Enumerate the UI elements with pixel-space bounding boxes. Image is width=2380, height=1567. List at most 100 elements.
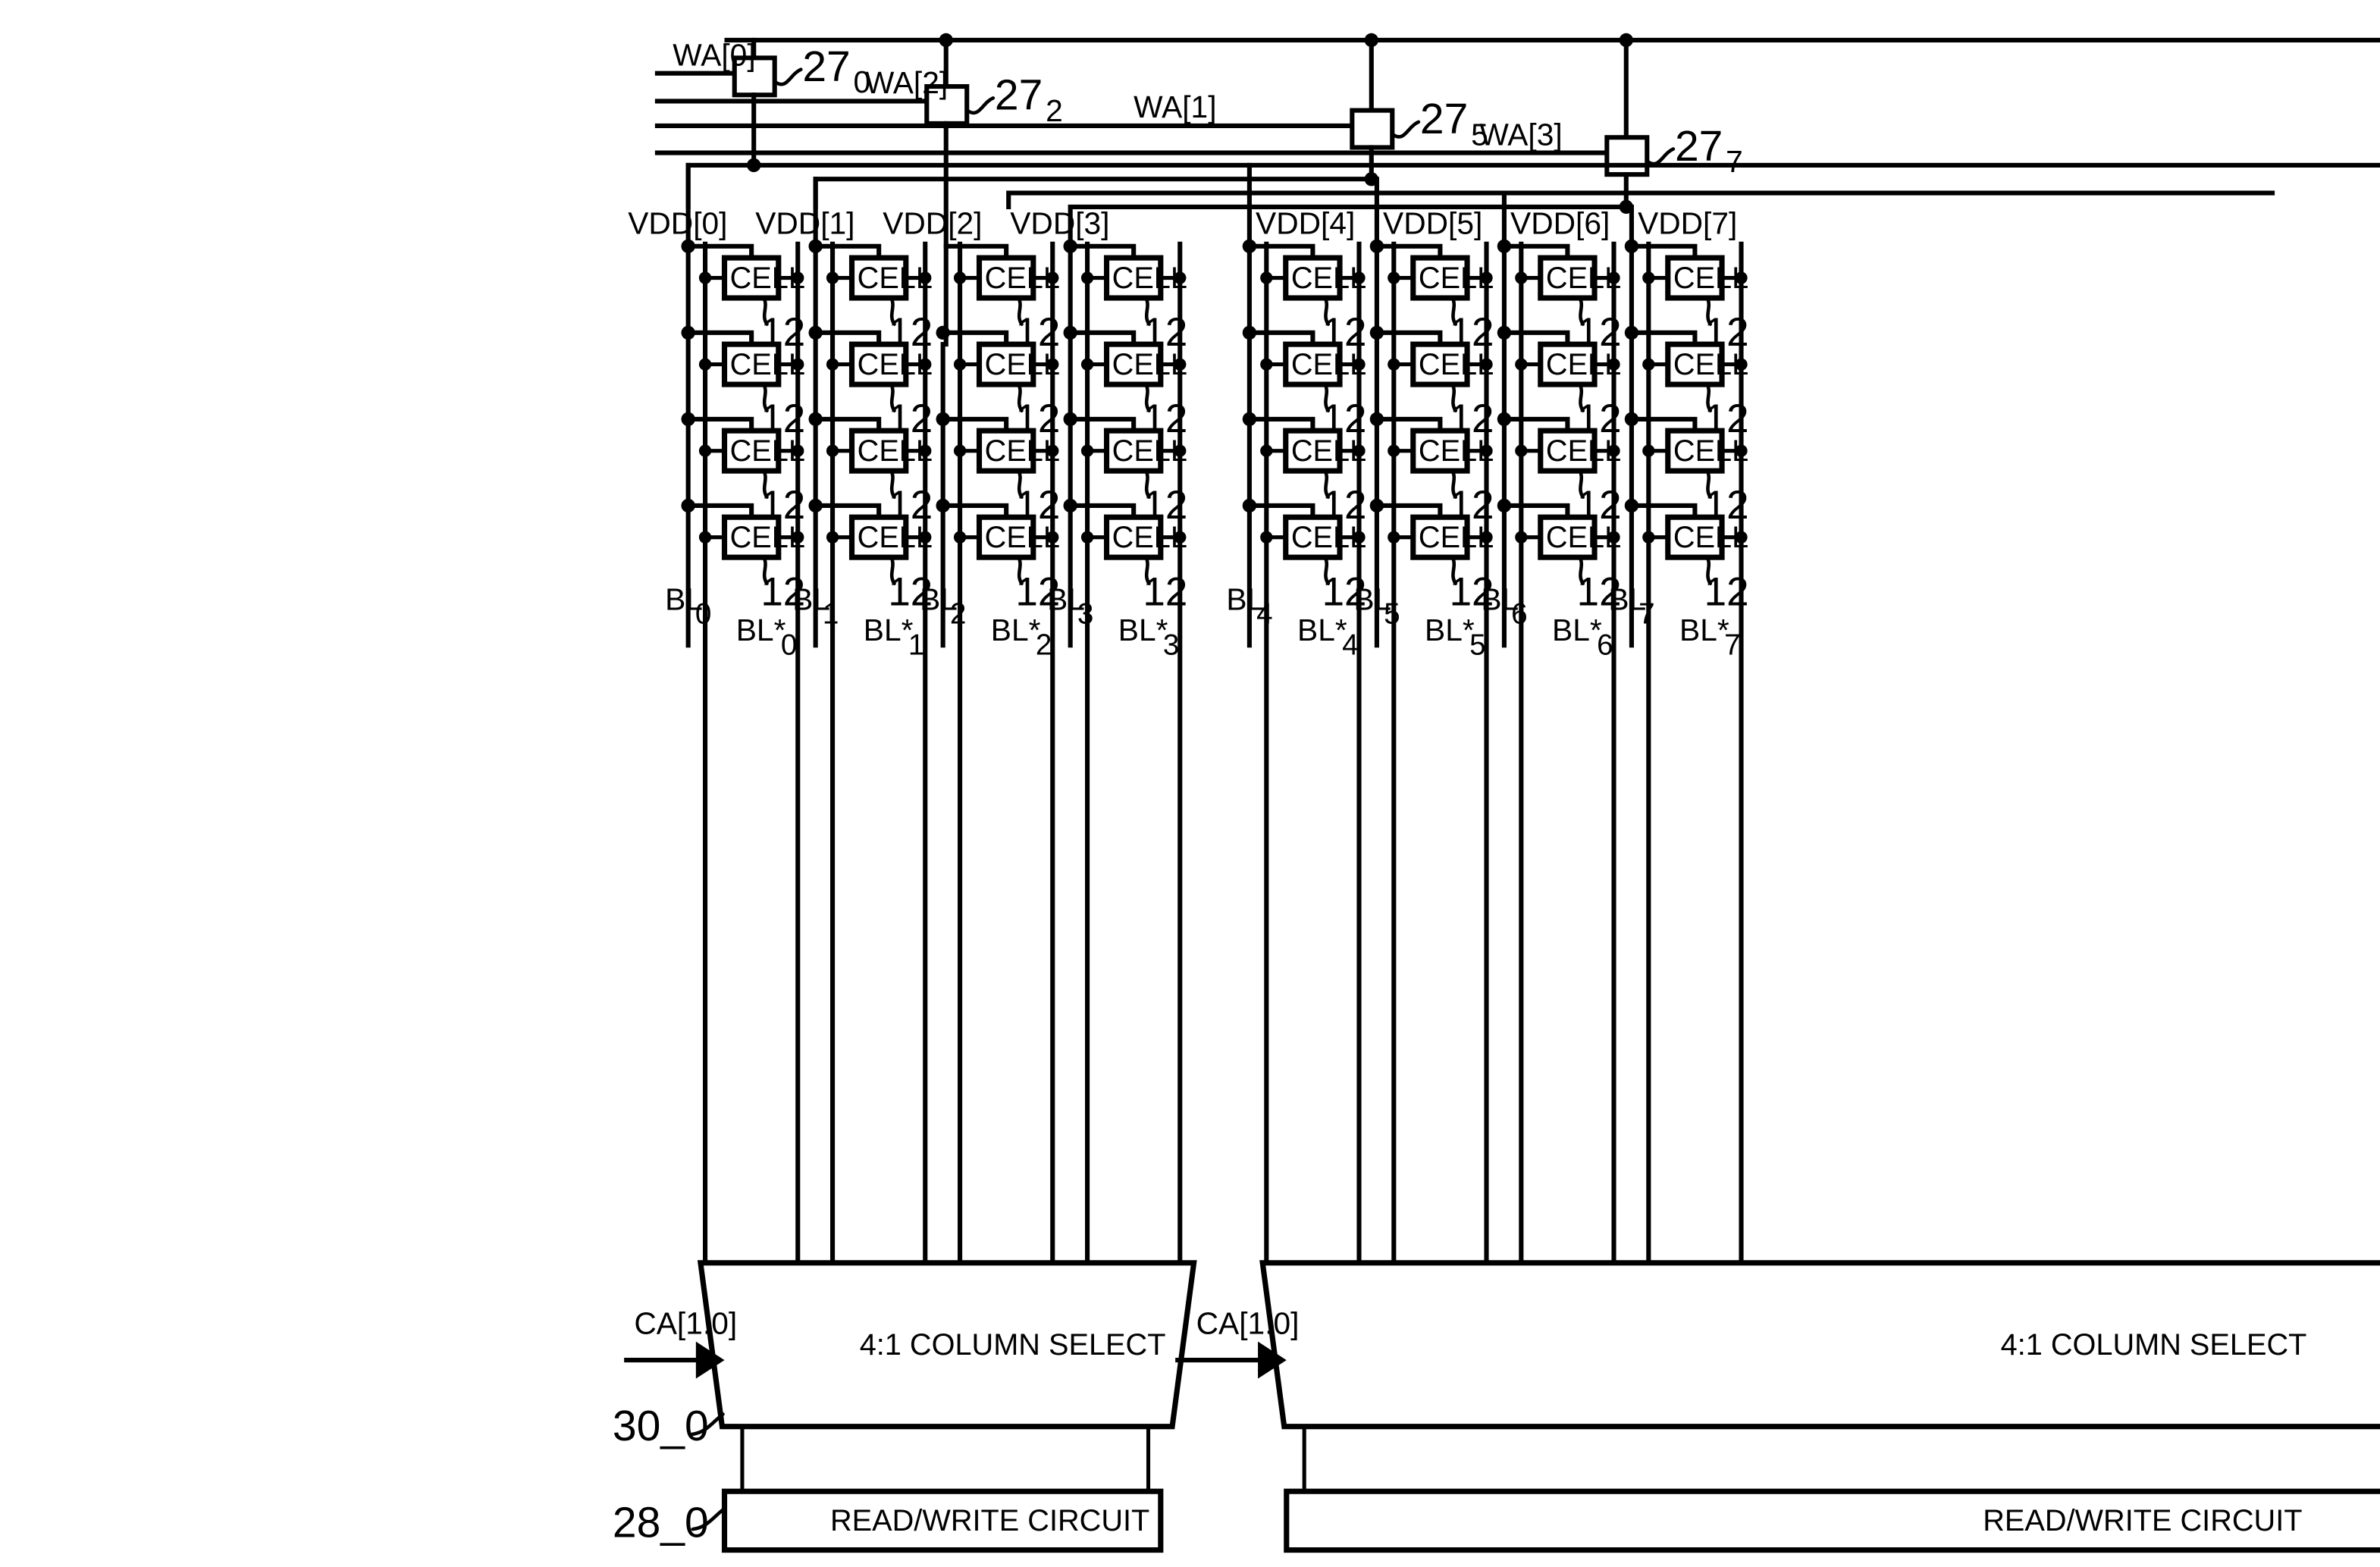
bank-0-group: 4:1 COLUMN SELECT CA[1:0] 30_0 READ/WRIT…: [613, 1260, 1197, 1553]
cell-label-c1-r0: CELL: [858, 262, 933, 295]
junction-dot-c3-r2-bl: [1080, 444, 1094, 457]
junction-dot-c6-r3-vdd: [1497, 498, 1512, 513]
switch-box-27-7[interactable]: [1604, 135, 1650, 177]
blstar5-label-sub: 5: [1469, 628, 1486, 661]
junction-dot-c4-r1-vdd: [1242, 325, 1257, 340]
cell-label-c2-r1: CELL: [985, 348, 1060, 381]
cell-label-c3-r2: CELL: [1112, 434, 1187, 468]
wa3-label: WA[3]: [1479, 117, 1562, 152]
vdd5-label: VDD[5]: [1383, 206, 1482, 241]
cell-label-c7-r3: CELL: [1673, 521, 1748, 554]
cell-label-c0-r3: CELL: [730, 521, 805, 554]
cell-label-c5-r0: CELL: [1419, 262, 1494, 295]
cell-label-c4-r3: CELL: [1291, 521, 1366, 554]
cell-label-c2-r2: CELL: [985, 434, 1060, 468]
junction-dot-c6-r0-vdd: [1497, 239, 1512, 253]
ref-27-2-sub: 2: [1046, 93, 1063, 128]
ref-27-2-main: 27: [995, 71, 1043, 120]
junction-dot-c7-r0-bl: [1642, 271, 1655, 284]
bl7-label-sub: 7: [1638, 598, 1655, 631]
junction-dot-c7-r1-bl: [1642, 358, 1655, 371]
ref-27-0-main: 27: [802, 42, 850, 91]
junction-dot-c5-r0-vdd: [1369, 239, 1384, 253]
junction-dot-c0-r0-bl: [698, 271, 712, 284]
cell-label-c0-r0: CELL: [730, 262, 805, 295]
junction-dot-c6-r2-vdd: [1497, 412, 1512, 427]
cell-label-c1-r3: CELL: [858, 521, 933, 554]
junction-dot-c1-r2-vdd: [808, 412, 823, 427]
junction-dot-c4-r2-bl: [1260, 444, 1273, 457]
cell-label-c6-r2: CELL: [1546, 434, 1621, 468]
junction-dot-c1-r2-bl: [826, 444, 839, 457]
blstar2-label-main: BL*: [991, 613, 1041, 647]
vdd6-label: VDD[6]: [1510, 206, 1610, 241]
blstar6-label-main: BL*: [1552, 613, 1602, 647]
junction-dot-c5-r1-bl: [1388, 358, 1400, 371]
junction-dot-vddm-5: [1364, 33, 1378, 48]
ca-label-bank-0: CA[1:0]: [634, 1305, 737, 1340]
bl1-label-sub: 1: [823, 598, 839, 631]
cell-label-c0-r1: CELL: [730, 348, 805, 381]
junction-dot-c6-r1-vdd: [1497, 325, 1512, 340]
junction-dot-c5-r3-vdd: [1369, 498, 1384, 513]
junction-dot-c4-r3-bl: [1260, 531, 1273, 544]
bl4-label-sub: 4: [1256, 598, 1273, 631]
junction-dot-c1-r0-vdd: [808, 239, 823, 253]
bl5-label-sub: 5: [1384, 598, 1400, 631]
junction-dot-bus-a-27-0: [747, 158, 761, 173]
junction-dot-vddm-2: [939, 33, 953, 48]
wa0-label: WA[0]: [673, 38, 755, 73]
cell-label-c4-r1: CELL: [1291, 348, 1366, 381]
blstar7-label-main: BL*: [1679, 613, 1729, 647]
cell-label-c1-r2: CELL: [858, 434, 933, 468]
junction-dot-c7-r0-vdd: [1624, 239, 1639, 253]
blstar0-label-sub: 0: [781, 628, 798, 661]
junction-dot-c5-r0-bl: [1388, 271, 1400, 284]
junction-dot-c1-r0-bl: [826, 271, 839, 284]
junction-dot-c3-r0-bl: [1080, 271, 1094, 284]
column-select-label-bank-1: 4:1 COLUMN SELECT: [2001, 1328, 2307, 1362]
cell-ref-c3-r3: 12: [1143, 569, 1187, 614]
junction-dot-c2-r2-bl: [953, 444, 967, 457]
ref-28-0: 28_0: [613, 1498, 709, 1547]
blstar1-label-sub: 1: [908, 628, 925, 661]
junction-dot-c5-r3-bl: [1388, 531, 1400, 544]
cell-label-c4-r0: CELL: [1291, 262, 1366, 295]
cell-label-c5-r2: CELL: [1419, 434, 1494, 468]
blstar7-label-sub: 7: [1724, 628, 1741, 661]
junction-dot-c7-r2-bl: [1642, 444, 1655, 457]
cell-label-c0-r2: CELL: [730, 434, 805, 468]
junction-dot-c7-r3-vdd: [1624, 498, 1639, 513]
junction-dot-c7-r2-vdd: [1624, 412, 1639, 427]
junction-dot-c0-r1-vdd: [681, 325, 695, 340]
junction-dot-c2-r1-bl: [953, 358, 967, 371]
blstar5-label-main: BL*: [1425, 613, 1475, 647]
cell-label-c6-r3: CELL: [1546, 521, 1621, 554]
bl3-label-sub: 3: [1077, 598, 1094, 631]
junction-dot-c0-r3-vdd: [681, 498, 695, 513]
junction-dot-c4-r0-vdd: [1242, 239, 1257, 253]
blstar6-label-sub: 6: [1597, 628, 1613, 661]
junction-dot-c0-r2-bl: [698, 444, 712, 457]
junction-dot-c2-r3-vdd: [936, 498, 950, 513]
vdd1-label: VDD[1]: [755, 206, 854, 241]
junction-dot-c3-r1-bl: [1080, 358, 1094, 371]
ref-27-7-sub: 7: [1726, 144, 1743, 179]
blstar2-label-sub: 2: [1036, 628, 1052, 661]
junction-dot-c7-r1-vdd: [1624, 325, 1639, 340]
switch-box-27-5[interactable]: [1350, 108, 1395, 150]
junction-dot-c2-r0-bl: [953, 271, 967, 284]
cell-ref-c7-r3: 12: [1704, 569, 1749, 614]
cell-label-c5-r1: CELL: [1419, 348, 1494, 381]
junction-dot-c7-r3-bl: [1642, 531, 1655, 544]
junction-dot-c2-r2-vdd: [936, 412, 950, 427]
cell-label-c7-r2: CELL: [1673, 434, 1748, 468]
cell-label-c1-r1: CELL: [858, 348, 933, 381]
bl6-label-sub: 6: [1511, 598, 1528, 631]
junction-dot-c3-r3-vdd: [1063, 498, 1077, 513]
cell-label-c2-r3: CELL: [985, 521, 1060, 554]
junction-dot-c6-r0-bl: [1515, 271, 1528, 284]
blstar4-label-main: BL*: [1297, 613, 1347, 647]
junction-dot-c3-r0-vdd: [1063, 239, 1077, 253]
junction-dot-c5-r1-vdd: [1369, 325, 1384, 340]
